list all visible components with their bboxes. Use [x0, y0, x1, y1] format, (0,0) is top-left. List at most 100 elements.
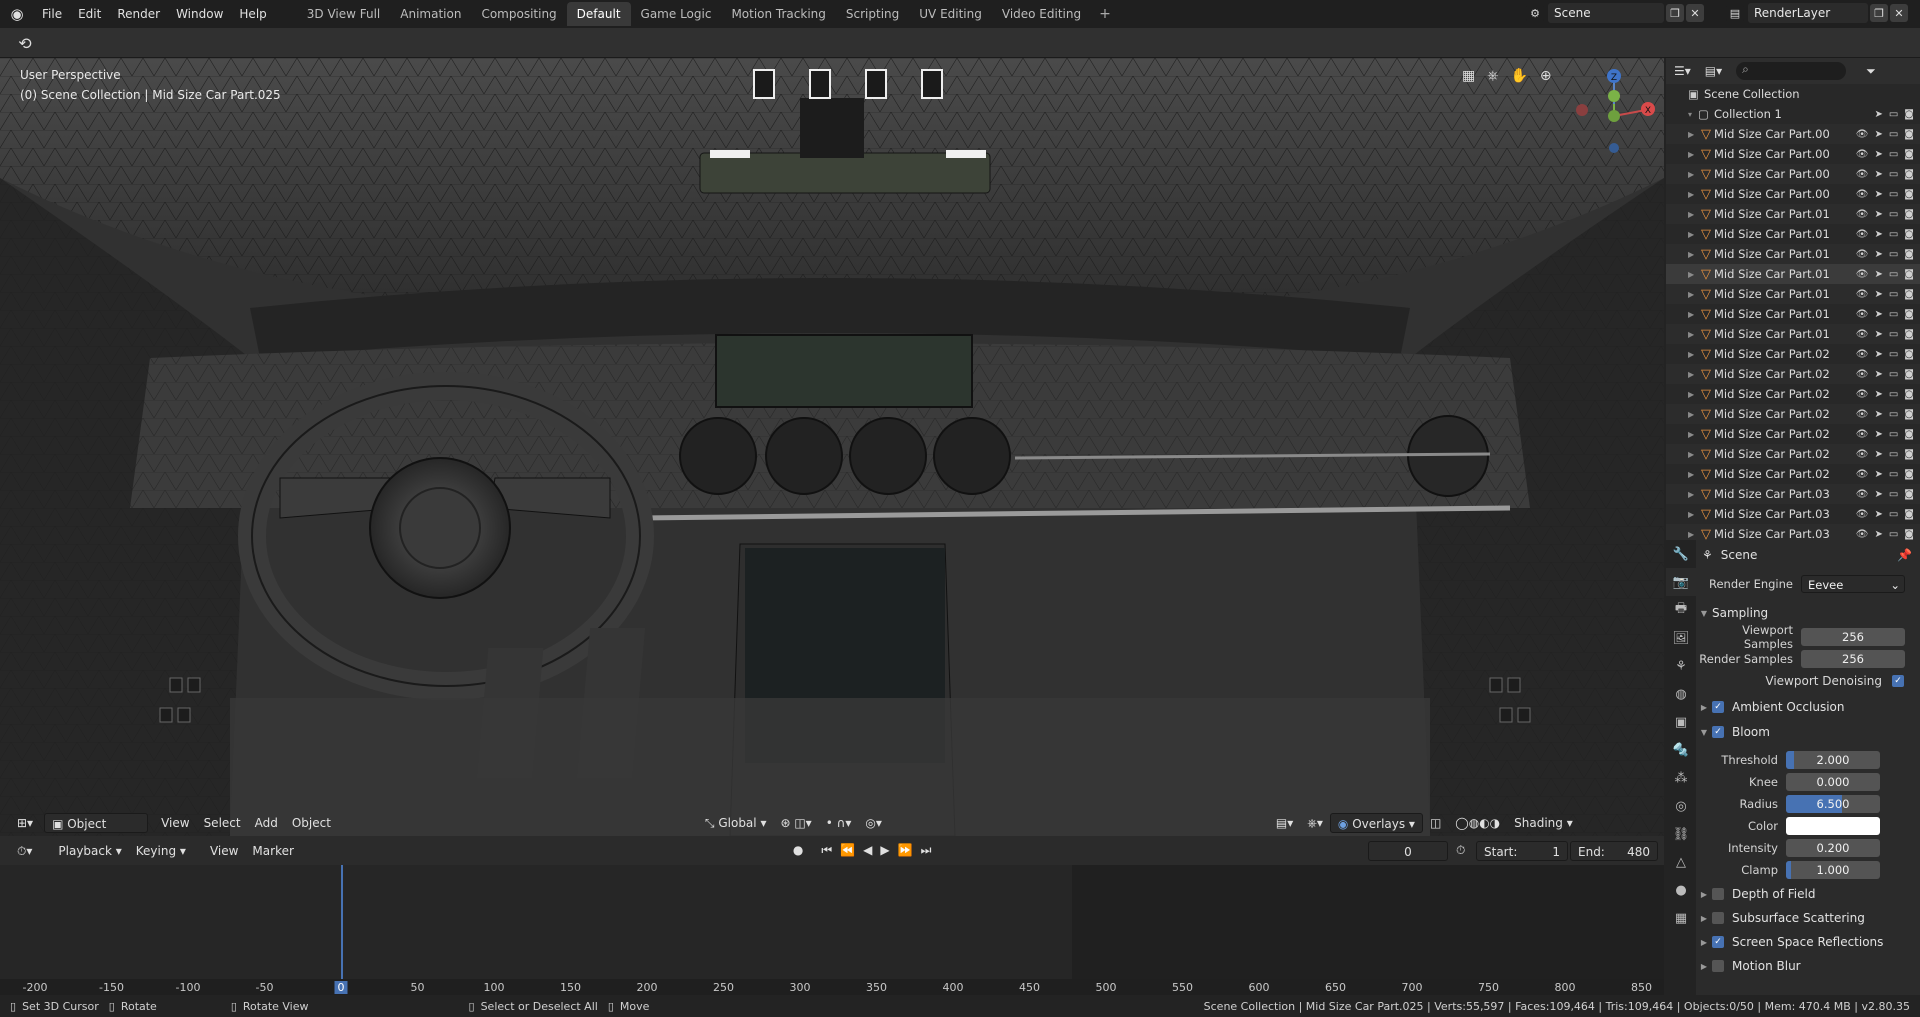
outliner-editor-icon[interactable]: ☰▾ — [1674, 64, 1691, 78]
depth-of-field-header[interactable]: ▶ Depth of Field — [1696, 883, 1920, 905]
visibility-eye-icon[interactable]: 👁 — [1856, 409, 1869, 420]
render-layer-field[interactable]: RenderLayer — [1748, 3, 1868, 23]
render-camera-icon[interactable]: ◙ — [1904, 129, 1914, 140]
expand-icon[interactable]: ▶ — [1688, 150, 1698, 159]
outliner-object-row[interactable]: ▶ ▽ Mid Size Car Part.00 👁 ➤ ▭ ◙ — [1666, 124, 1920, 144]
viewport-disable-icon[interactable]: ▭ — [1889, 149, 1898, 160]
visibility-eye-icon[interactable]: 👁 — [1856, 489, 1869, 500]
expand-icon[interactable]: ▶ — [1688, 410, 1698, 419]
overlays-button[interactable]: ◉ Overlays ▾ — [1329, 813, 1423, 833]
viewport-disable-icon[interactable]: ▭ — [1889, 109, 1898, 120]
select-arrow-icon[interactable]: ➤ — [1874, 369, 1882, 380]
render-camera-icon[interactable]: ◙ — [1904, 369, 1914, 380]
intensity-slider[interactable]: 0.200 — [1786, 839, 1880, 857]
end-frame-field[interactable]: End: 480 — [1570, 840, 1658, 861]
outliner-object-row[interactable]: ▶ ▽ Mid Size Car Part.01 👁 ➤ ▭ ◙ — [1666, 304, 1920, 324]
visibility-eye-icon[interactable]: 👁 — [1856, 209, 1869, 220]
expand-icon[interactable]: ▶ — [1688, 230, 1698, 239]
select-arrow-icon[interactable]: ➤ — [1874, 509, 1882, 520]
render-camera-icon[interactable]: ◙ — [1904, 209, 1914, 220]
expand-icon[interactable]: ▶ — [1688, 290, 1698, 299]
render-camera-icon[interactable]: ◙ — [1904, 289, 1914, 300]
select-arrow-icon[interactable]: ➤ — [1874, 429, 1882, 440]
expand-icon[interactable]: ▶ — [1688, 470, 1698, 479]
viewport-denoising-checkbox[interactable]: ✓ — [1892, 675, 1904, 687]
visibility-eye-icon[interactable]: 👁 — [1856, 449, 1869, 460]
bloom-header[interactable]: ▼ ✓ Bloom — [1696, 721, 1920, 743]
menu-select[interactable]: Select — [197, 813, 248, 833]
transform-tool-icon[interactable]: ⟲ — [10, 32, 40, 54]
viewport-disable-icon[interactable]: ▭ — [1889, 509, 1898, 520]
outliner-object-row[interactable]: ▶ ▽ Mid Size Car Part.01 👁 ➤ ▭ ◙ — [1666, 264, 1920, 284]
scene-tab-icon[interactable]: ⚘ — [1666, 652, 1696, 680]
delete-layer-icon[interactable]: ✕ — [1890, 4, 1908, 22]
render-camera-icon[interactable]: ◙ — [1904, 409, 1914, 420]
blender-logo-icon[interactable]: ◉ — [0, 0, 34, 28]
current-frame-field[interactable]: 0 — [1368, 840, 1448, 861]
visibility-eye-icon[interactable]: 👁 — [1856, 509, 1869, 520]
pan-hand-icon[interactable]: ✋ — [1510, 68, 1527, 84]
subsurface-header[interactable]: ▶ Subsurface Scattering — [1696, 907, 1920, 929]
proportional-edit-icon[interactable]: ◎▾ — [858, 813, 889, 833]
menu-add[interactable]: Add — [248, 813, 285, 833]
constraints-tab-icon[interactable]: ⛓ — [1666, 820, 1696, 848]
expand-icon[interactable]: ▶ — [1688, 510, 1698, 519]
scene-selector[interactable]: ⚙ Scene ❐ ✕ — [1524, 2, 1704, 24]
expand-icon[interactable]: ▶ — [1688, 450, 1698, 459]
viewport-disable-icon[interactable]: ▭ — [1889, 169, 1898, 180]
knee-slider[interactable]: 0.000 — [1786, 773, 1880, 791]
viewport-disable-icon[interactable]: ▭ — [1889, 189, 1898, 200]
ambient-occlusion-header[interactable]: ▶ ✓ Ambient Occlusion — [1696, 696, 1920, 718]
select-arrow-icon[interactable]: ➤ — [1874, 389, 1882, 400]
outliner-object-row[interactable]: ▶ ▽ Mid Size Car Part.01 👁 ➤ ▭ ◙ — [1666, 324, 1920, 344]
select-arrow-icon[interactable]: ➤ — [1874, 289, 1882, 300]
menu-object[interactable]: Object — [285, 813, 338, 833]
tool-tab-icon[interactable]: 🔧 — [1666, 540, 1696, 568]
material-tab-icon[interactable]: ● — [1666, 876, 1696, 904]
render-camera-icon[interactable]: ◙ — [1904, 389, 1914, 400]
workspace-tab[interactable]: Game Logic — [631, 2, 722, 26]
select-arrow-icon[interactable]: ➤ — [1874, 309, 1882, 320]
timeline-editor-icon[interactable]: ⏱▾ — [10, 841, 39, 861]
threshold-slider[interactable]: 2.000 — [1786, 751, 1880, 769]
motion-blur-header[interactable]: ▶ Motion Blur — [1696, 955, 1920, 977]
render-camera-icon[interactable]: ◙ — [1904, 109, 1914, 120]
motion-blur-checkbox[interactable] — [1712, 960, 1724, 972]
sampling-panel-header[interactable]: ▼ Sampling — [1696, 602, 1920, 624]
menu-file[interactable]: File — [34, 0, 70, 28]
subsurface-checkbox[interactable] — [1712, 912, 1724, 924]
xray-icon[interactable]: ◫ — [1423, 813, 1448, 833]
start-frame-field[interactable]: Start: 1 — [1476, 840, 1568, 861]
record-icon[interactable]: ● — [793, 843, 803, 858]
menu-window[interactable]: Window — [168, 0, 231, 28]
ambient-occlusion-checkbox[interactable]: ✓ — [1712, 701, 1724, 713]
menu-keying[interactable]: Keying ▾ — [129, 841, 193, 861]
outliner-object-row[interactable]: ▶ ▽ Mid Size Car Part.00 👁 ➤ ▭ ◙ — [1666, 184, 1920, 204]
world-tab-icon[interactable]: ◍ — [1666, 680, 1696, 708]
scene-name-field[interactable]: Scene — [1548, 3, 1664, 23]
pivot-icon[interactable]: ⊛ ◫▾ — [773, 813, 818, 833]
visibility-eye-icon[interactable]: 👁 — [1856, 149, 1869, 160]
outliner-object-row[interactable]: ▶ ▽ Mid Size Car Part.02 👁 ➤ ▭ ◙ — [1666, 404, 1920, 424]
playhead[interactable] — [341, 865, 343, 995]
outliner-object-row[interactable]: ▶ ▽ Mid Size Car Part.00 👁 ➤ ▭ ◙ — [1666, 164, 1920, 184]
outliner-object-row[interactable]: ▶ ▽ Mid Size Car Part.03 👁 ➤ ▭ ◙ — [1666, 504, 1920, 524]
prev-keyframe-icon[interactable]: ⏪ — [840, 843, 855, 858]
visibility-eye-icon[interactable]: 👁 — [1856, 129, 1869, 140]
select-arrow-icon[interactable]: ➤ — [1874, 149, 1882, 160]
render-camera-icon[interactable]: ◙ — [1904, 469, 1914, 480]
outliner-object-row[interactable]: ▶ ▽ Mid Size Car Part.02 👁 ➤ ▭ ◙ — [1666, 444, 1920, 464]
viewport-disable-icon[interactable]: ▭ — [1889, 409, 1898, 420]
expand-icon[interactable]: ▶ — [1688, 390, 1698, 399]
navigation-gizmo[interactable]: Z X — [1568, 66, 1660, 162]
visibility-eye-icon[interactable]: 👁 — [1856, 529, 1869, 540]
clamp-slider[interactable]: 1.000 — [1786, 861, 1880, 879]
ssr-header[interactable]: ▶ ✓ Screen Space Reflections — [1696, 931, 1920, 953]
render-camera-icon[interactable]: ◙ — [1904, 489, 1914, 500]
select-arrow-icon[interactable]: ➤ — [1874, 349, 1882, 360]
render-tab-icon[interactable]: 📷 — [1666, 568, 1696, 596]
expand-icon[interactable]: ▶ — [1688, 310, 1698, 319]
workspace-tab[interactable]: Motion Tracking — [721, 2, 835, 26]
outliner-object-row[interactable]: ▶ ▽ Mid Size Car Part.02 👁 ➤ ▭ ◙ — [1666, 424, 1920, 444]
render-camera-icon[interactable]: ◙ — [1904, 229, 1914, 240]
